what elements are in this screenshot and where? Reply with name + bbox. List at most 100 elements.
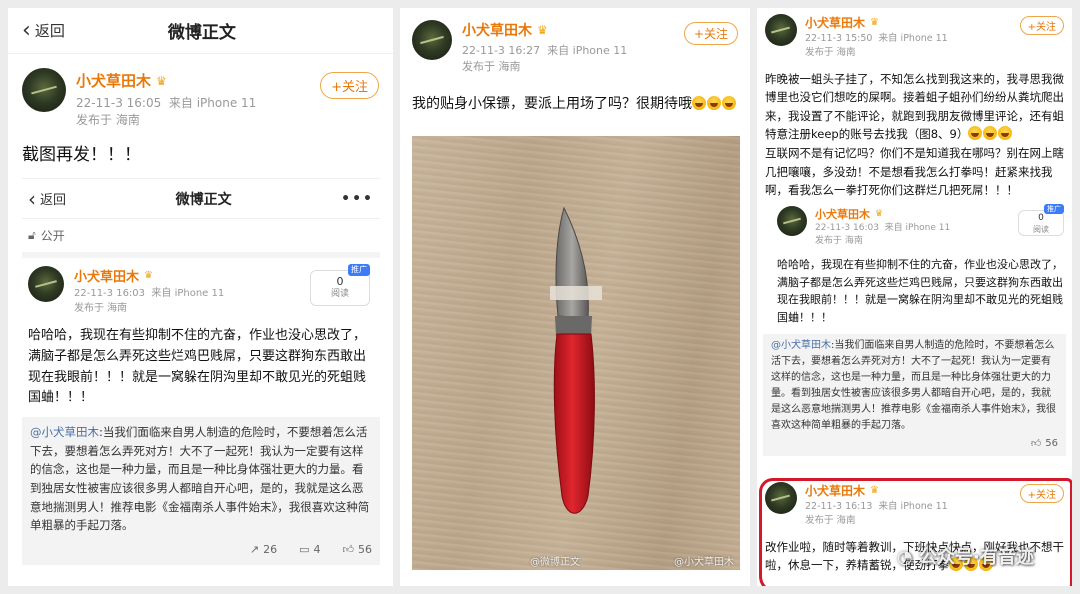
embedded-screenshot: ‹ 返回 微博正文 ••• 🔓︎ 公开 小犬草田木 ♛ 22-11-3 16:0… (22, 178, 380, 578)
inner-post: 小犬草田木 ♛ 22-11-3 16:03 来自 iPhone 11 发布于 海… (22, 258, 380, 409)
avatar[interactable] (765, 482, 797, 514)
wechat-icon: ◔ (897, 547, 913, 568)
follow-button[interactable]: +关注 (1019, 484, 1064, 503)
follow-button[interactable]: +关注 (1019, 16, 1064, 35)
avatar[interactable] (412, 20, 452, 60)
follow-button[interactable]: +关注 (320, 72, 379, 99)
share-icon: ↗ (249, 542, 260, 556)
post-text-content: 我的贴身小保镖，要派上用场了吗？很期待哦 (412, 95, 692, 112)
avatar[interactable] (22, 68, 66, 112)
avatar[interactable] (765, 14, 797, 46)
read-label: 阅读 (1033, 224, 1049, 234)
quote-mention[interactable]: @小犬草田木 (30, 425, 99, 439)
like-count: 56 (1045, 438, 1058, 450)
wechat-watermark: ◔ 公众号·有音迹 (897, 543, 1034, 569)
post: 小犬草田木 ♛ 22-11-3 16:05 来自 iPhone 11 发布于 海… (8, 54, 393, 169)
comment-action[interactable]: ▭ 4 (299, 541, 320, 559)
post: 小犬草田木 ♛ 22-11-3 15:50 来自 iPhone 11 发布于 海… (757, 8, 1072, 200)
read-count-box: 推广 0 阅读 (310, 264, 370, 306)
post-location: 发布于 海南 (815, 235, 863, 246)
post-source: 来自 iPhone 11 (547, 44, 628, 57)
knife-illustration (550, 206, 602, 514)
username[interactable]: 小犬草田木 (462, 20, 532, 40)
avatar[interactable] (777, 205, 807, 236)
crown-icon: ♛ (156, 73, 167, 88)
post-date: 22-11-3 16:03 (74, 288, 146, 299)
watermark-text: 公众号·有音迹 (919, 547, 1034, 568)
quote-mention[interactable]: @小犬草田木 (771, 340, 831, 351)
inner-post-text: 哈哈哈，我现在有些抑制不住的亢奋，作业也没心思改了，满脑子都是怎么弄死这些烂鸡巴… (28, 328, 367, 406)
screenshot-panel-middle: 小犬草田木 ♛ 22-11-3 16:27 来自 iPhone 11 发布于 海… (400, 8, 750, 586)
inner-post-text: 哈哈哈，我现在有些抑制不住的亢奋，作业也没心思改了，满脑子都是怎么弄死这些烂鸡巴… (777, 258, 1063, 324)
quote-actions: ↗ 26 ▭ 4 👍︎ 56 (30, 541, 372, 559)
post: 小犬草田木 ♛ 22-11-3 16:27 来自 iPhone 11 发布于 海… (400, 8, 750, 117)
crown-icon: ♛ (870, 17, 879, 28)
like-count: 56 (358, 542, 372, 556)
top-nav-bar: ‹ 返回 微博正文 (8, 8, 393, 54)
read-label: 阅读 (330, 289, 349, 300)
post-photo-knife[interactable]: @微博正文 @小犬草田木 (412, 136, 740, 570)
thumbs-up-icon: 👍︎ (342, 542, 355, 556)
crown-icon: ♛ (870, 485, 879, 496)
username[interactable]: 小犬草田木 (805, 14, 865, 31)
share-count: 26 (263, 542, 278, 556)
post-text: 截图再发！！！ (22, 144, 141, 165)
inner-nav-bar: ‹ 返回 微博正文 ••• (22, 179, 380, 219)
post-location: 发布于 海南 (74, 302, 128, 314)
read-count-box: 推广 0 阅读 (1018, 203, 1064, 236)
visibility-row: 🔓︎ 公开 (22, 219, 380, 258)
read-count: 0 (1038, 212, 1044, 223)
post-author: 小犬草田木 ♛ 22-11-3 16:13 来自 iPhone 11 发布于 海… (765, 482, 1064, 528)
promo-tag: 推广 (348, 264, 370, 276)
quoted-post[interactable]: @小犬草田木:当我们面临来自男人制造的危险时，不要想着怎么活下去，要想着怎么弄死… (763, 334, 1066, 457)
promo-tag: 推广 (1044, 203, 1064, 214)
laughing-emoji-icon (983, 126, 998, 141)
screenshot-panel-right: 小犬草田木 ♛ 22-11-3 15:50 来自 iPhone 11 发布于 海… (757, 8, 1072, 586)
quote-text: :当我们面临来自男人制造的危险时，不要想着怎么活下去，要想着怎么弄死对方！大不了… (30, 425, 370, 533)
post-source: 来自 iPhone 11 (151, 288, 225, 299)
post-source: 来自 iPhone 11 (878, 33, 948, 44)
post-text: 昨晚被一蛆头子挂了，不知怎么找到我这来的，我寻思我微博里也没它们想吃的屎啊。接着… (765, 70, 1064, 200)
laughing-emoji-icon (692, 95, 706, 110)
post-location: 发布于 海南 (805, 514, 856, 526)
post-date: 22-11-3 16:27 (462, 44, 541, 57)
username[interactable]: 小犬草田木 (815, 206, 870, 222)
quote-actions: 👍︎ 56 (771, 436, 1058, 452)
post-source: 来自 iPhone 11 (884, 222, 951, 233)
post-text: 我的贴身小保镖，要派上用场了吗？很期待哦 (412, 93, 738, 117)
username[interactable]: 小犬草田木 (74, 266, 139, 285)
post-text-part-a: 昨晚被一蛆头子挂了，不知怎么找到我这来的，我寻思我微博里也没它们想吃的屎啊。接着… (765, 71, 1064, 142)
laughing-emoji-icon (722, 95, 736, 110)
crown-icon: ♛ (875, 208, 884, 219)
post-date: 22-11-3 16:13 (805, 501, 873, 512)
quoted-post[interactable]: @小犬草田木:当我们面临来自男人制造的危险时，不要想着怎么活下去，要想着怎么弄死… (22, 417, 380, 565)
more-dots-icon[interactable]: ••• (341, 191, 374, 207)
username[interactable]: 小犬草田木 (76, 70, 151, 91)
like-action[interactable]: 👍︎ 56 (1031, 436, 1058, 452)
username[interactable]: 小犬草田木 (805, 482, 865, 499)
read-count: 0 (336, 275, 344, 288)
share-action[interactable]: ↗ 26 (250, 541, 277, 559)
avatar[interactable] (28, 266, 64, 302)
post-source: 来自 iPhone 11 (878, 501, 948, 512)
like-action[interactable]: 👍︎ 56 (343, 541, 373, 559)
chevron-left-icon: ‹ (22, 17, 31, 43)
post-location: 发布于 海南 (462, 59, 521, 73)
follow-button[interactable]: +关注 (683, 22, 738, 45)
comment-count: 4 (313, 542, 321, 556)
post-date: 22-11-3 15:50 (805, 33, 873, 44)
screenshot-panel-left: ‹ 返回 微博正文 小犬草田木 ♛ 22-11-3 16:05 来自 iPhon… (8, 8, 393, 586)
thumbs-up-icon: 👍︎ (1030, 438, 1042, 450)
back-button[interactable]: ‹ 返回 (22, 17, 65, 43)
comment-icon: ▭ (299, 542, 310, 556)
post-date: 22-11-3 16:03 (815, 222, 879, 233)
lock-icon: 🔓︎ (28, 228, 36, 242)
inner-post-author: 小犬草田木 ♛ 22-11-3 16:03 来自 iPhone 11 发布于 海… (28, 264, 374, 316)
inner-back-button[interactable]: ‹ 返回 (28, 189, 66, 209)
inner-back-label: 返回 (40, 193, 67, 208)
post-date: 22-11-3 16:05 (76, 96, 162, 110)
photo-watermark-right: @小犬草田木 (674, 557, 734, 568)
inner-post-author: 小犬草田木 ♛ 22-11-3 16:03 来自 iPhone 11 发布于 海… (777, 203, 1064, 248)
visibility-label: 公开 (40, 229, 65, 243)
post-location: 发布于 海南 (76, 113, 140, 128)
